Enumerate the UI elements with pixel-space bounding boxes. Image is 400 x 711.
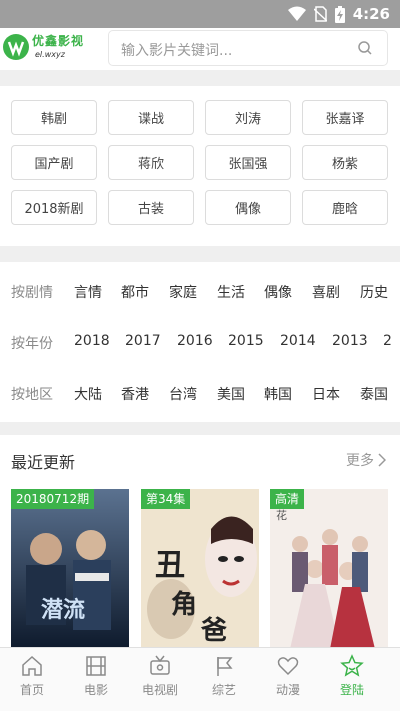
filter-item[interactable]: 2017 — [125, 333, 161, 349]
more-link[interactable]: 更多 — [346, 450, 386, 470]
hot-tag[interactable]: 杨紫 — [302, 145, 388, 180]
recent-updates-section: 最近更新 更多 潜流 20180712期 丑 角 爸 第34集 花 高清 — [0, 435, 400, 647]
svg-text:爸: 爸 — [200, 616, 227, 646]
poster-card[interactable]: 花 高清 — [270, 489, 388, 647]
more-label: 更多 — [346, 453, 374, 469]
filter-item[interactable]: 台湾 — [169, 384, 197, 404]
poster-card[interactable]: 丑 角 爸 第34集 — [141, 489, 259, 647]
quality-badge: 高清 — [270, 489, 305, 509]
home-icon — [22, 655, 42, 676]
section-title: 最近更新 — [11, 453, 76, 472]
heart-icon — [277, 657, 299, 676]
hot-tag[interactable]: 韩剧 — [11, 100, 97, 135]
filter-label-genre: 按剧情 — [11, 285, 53, 301]
filter-item[interactable]: 2014 — [280, 333, 316, 349]
star-icon — [340, 654, 364, 677]
episode-badge: 第34集 — [141, 489, 191, 509]
bottom-tab-bar: 首页 电影 电视剧 综艺 动漫 登陆 — [0, 647, 400, 711]
hot-tag[interactable]: 蒋欣 — [108, 145, 194, 180]
tab-tv[interactable]: 电视剧 — [128, 648, 192, 711]
filter-item[interactable]: 2015 — [228, 333, 264, 349]
tab-label: 首页 — [19, 683, 44, 697]
no-sim-icon — [313, 6, 327, 22]
app-logo[interactable]: 优鑫影视 el.wxyz — [3, 30, 85, 66]
flag-icon — [217, 657, 233, 676]
filter-item[interactable]: 生活 — [217, 282, 245, 302]
svg-text:丑: 丑 — [155, 548, 185, 583]
filter-item[interactable]: 2013 — [332, 333, 368, 349]
filter-item[interactable]: 美国 — [217, 384, 245, 404]
poster-image: 花 — [270, 489, 388, 647]
filter-item[interactable]: 2016 — [177, 333, 213, 349]
svg-text:潜流: 潜流 — [41, 597, 85, 623]
poster-image: 丑 角 爸 — [141, 489, 259, 647]
tv-icon — [150, 655, 170, 675]
hot-tag[interactable]: 2018新剧 — [11, 190, 97, 225]
filter-item[interactable]: 历史 — [360, 282, 388, 302]
search-icon[interactable] — [357, 40, 373, 56]
filter-item[interactable]: 偶像 — [264, 282, 292, 302]
clock: 4:26 — [352, 5, 390, 23]
tab-movie[interactable]: 电影 — [64, 648, 128, 711]
status-bar: 4:26 — [0, 0, 400, 28]
search-input[interactable]: 输入影片关键词... — [121, 40, 232, 60]
filter-item[interactable]: 2 — [383, 333, 392, 349]
tab-label: 综艺 — [211, 683, 236, 697]
svg-text:花: 花 — [276, 509, 287, 522]
filter-item[interactable]: 香港 — [121, 384, 149, 404]
poster-image: 潜流 — [11, 489, 129, 647]
hot-tags-section: 韩剧 谍战 刘涛 张嘉译 国产剧 蒋欣 张国强 杨紫 2018新剧 古装 偶像 … — [0, 86, 400, 246]
filter-item[interactable]: 韩国 — [264, 384, 292, 404]
filter-item[interactable]: 2018 — [74, 333, 110, 349]
filter-item[interactable]: 家庭 — [169, 282, 197, 302]
hot-tag[interactable]: 刘涛 — [205, 100, 291, 135]
hot-tag[interactable]: 鹿晗 — [302, 190, 388, 225]
filter-item[interactable]: 泰国 — [360, 384, 388, 404]
logo-name: 优鑫影视 — [32, 34, 85, 48]
filter-item[interactable]: 言情 — [74, 282, 102, 302]
app-header: 优鑫影视 el.wxyz 输入影片关键词... — [0, 28, 400, 70]
hot-tag[interactable]: 张嘉译 — [302, 100, 388, 135]
hot-tag[interactable]: 谍战 — [108, 100, 194, 135]
battery-charging-icon — [334, 5, 345, 23]
svg-text:角: 角 — [171, 589, 197, 620]
tab-label: 电影 — [83, 683, 108, 697]
tab-variety[interactable]: 综艺 — [192, 648, 256, 711]
filter-item[interactable]: 日本 — [312, 384, 340, 404]
tab-anime[interactable]: 动漫 — [256, 648, 320, 711]
tab-login[interactable]: 登陆 — [320, 648, 384, 711]
tab-label: 电视剧 — [141, 683, 178, 697]
filter-label-region: 按地区 — [11, 387, 53, 403]
filter-item[interactable]: 喜剧 — [312, 282, 340, 302]
poster-card[interactable]: 潜流 20180712期 — [11, 489, 129, 647]
filter-item[interactable]: 都市 — [121, 282, 149, 302]
tab-label: 动漫 — [275, 683, 300, 697]
hot-tag[interactable]: 偶像 — [205, 190, 291, 225]
category-filters: 按剧情 言情 都市 家庭 生活 偶像 喜剧 历史 按年份 2018 2017 2… — [0, 262, 400, 422]
episode-badge: 20180712期 — [11, 489, 95, 509]
hot-tag[interactable]: 国产剧 — [11, 145, 97, 180]
hot-tag[interactable]: 古装 — [108, 190, 194, 225]
tab-home[interactable]: 首页 — [0, 648, 64, 711]
film-icon — [86, 656, 106, 676]
logo-url: el.wxyz — [35, 50, 65, 59]
wifi-icon — [287, 6, 306, 21]
chevron-right-icon — [378, 453, 386, 467]
hot-tag[interactable]: 张国强 — [205, 145, 291, 180]
logo-mark — [3, 34, 29, 60]
tab-label: 登陆 — [339, 683, 364, 697]
filter-label-year: 按年份 — [11, 336, 53, 352]
search-bar[interactable]: 输入影片关键词... — [108, 30, 388, 66]
filter-item[interactable]: 大陆 — [74, 384, 102, 404]
